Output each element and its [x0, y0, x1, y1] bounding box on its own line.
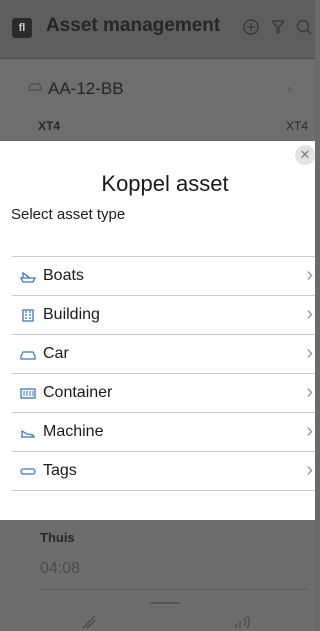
time-value: 04:08	[40, 560, 81, 577]
asset-type-machine[interactable]: Machine	[12, 413, 315, 452]
filter-icon[interactable]	[269, 18, 287, 36]
machine-icon	[21, 429, 35, 438]
chevron-right-icon	[306, 424, 313, 440]
close-icon[interactable]: ✕	[295, 145, 315, 165]
car-icon	[28, 83, 42, 91]
boat-icon	[20, 271, 36, 283]
asset-type-container[interactable]: Container	[12, 374, 315, 413]
asset-type-boats[interactable]: Boats	[12, 257, 315, 296]
chevron-right-icon: ›	[287, 80, 292, 96]
drag-handle[interactable]	[150, 602, 180, 604]
asset-type-car[interactable]: Car	[12, 335, 315, 374]
add-circle-icon[interactable]	[242, 18, 260, 36]
asset-model-left: XT4	[38, 119, 61, 133]
asset-type-label: Car	[43, 345, 69, 362]
chevron-right-icon	[306, 307, 313, 323]
app-logo: fl	[12, 18, 32, 38]
asset-type-building[interactable]: Building	[12, 296, 315, 335]
search-icon[interactable]	[295, 18, 313, 36]
asset-type-list: Boats Building Car Container	[12, 256, 315, 491]
asset-plate[interactable]: AA-12-BB	[48, 79, 124, 99]
divider	[40, 589, 308, 590]
asset-type-label: Boats	[43, 267, 84, 284]
chevron-right-icon	[306, 385, 313, 401]
building-icon	[22, 309, 34, 322]
container-icon	[20, 388, 36, 399]
signal-icon[interactable]	[232, 614, 252, 630]
chevron-right-icon	[306, 346, 313, 362]
asset-type-label: Tags	[43, 462, 77, 479]
link-icon[interactable]	[80, 614, 98, 630]
koppel-asset-sheet: ✕ Koppel asset Select asset type Boats B…	[0, 141, 315, 520]
asset-type-label: Container	[43, 384, 113, 401]
sheet-subtitle: Select asset type	[11, 206, 126, 223]
tag-icon	[20, 468, 36, 475]
chevron-right-icon	[306, 268, 313, 284]
car-icon	[20, 351, 36, 360]
app-header: fl Asset management	[0, 0, 315, 59]
sheet-title: Koppel asset	[101, 171, 229, 196]
page-title: Asset management	[46, 15, 221, 36]
chevron-right-icon	[306, 463, 313, 479]
asset-type-label: Machine	[43, 423, 104, 440]
asset-type-tags[interactable]: Tags	[12, 452, 315, 491]
asset-model-right: XT4	[285, 119, 308, 133]
asset-type-label: Building	[43, 306, 100, 323]
location-label: Thuis	[40, 530, 75, 545]
